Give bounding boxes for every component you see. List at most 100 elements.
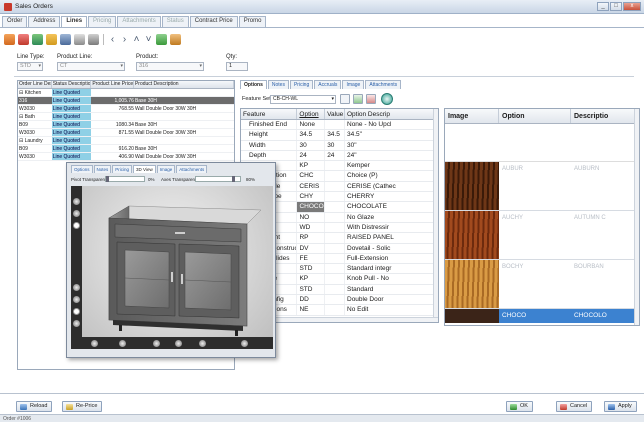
validate-icon[interactable] [156,33,167,45]
col-product-description[interactable]: Product Description [134,81,234,88]
tab-notes[interactable]: Notes [267,80,289,89]
cancel-button[interactable]: Cancel [556,401,593,412]
configure-icon[interactable] [74,33,85,45]
axes-slider-thumb[interactable] [232,176,235,182]
add-line-icon[interactable] [4,33,15,45]
col-value[interactable]: Value [325,109,345,119]
delete-line-icon[interactable] [18,33,29,45]
close-button[interactable]: x [623,2,641,11]
feature-option[interactable]: NO [297,212,326,222]
order-line-row[interactable]: W3030 Line Quoted 871.55 Wall Double Door 3… [18,129,234,137]
pivot-slider-thumb[interactable] [106,176,109,182]
order-line-row[interactable]: 316 Line Quoted 1,005.76 Base 30H [18,97,234,105]
order-line-row[interactable]: W3030 Line Quoted 406.90 Wall Double Door 3… [18,153,234,161]
reprice-button[interactable]: Re-Price [62,401,103,412]
3d-viewer-window[interactable]: Options Notes Pricing 3D View Image Atta… [66,162,276,358]
option-image-grid[interactable]: Image Option Descriptio AUBUR AUBURN AUCHY… [444,108,640,326]
view-iso-icon[interactable] [241,340,248,347]
feature-option[interactable]: DV [297,243,326,253]
feature-option[interactable]: STD [297,264,326,274]
tab-pricing[interactable]: Pricing [88,16,117,27]
view-right-icon[interactable] [175,340,182,347]
feature-option[interactable]: None [297,120,326,130]
image-option-row[interactable]: AUBUR AUBURN [445,162,639,211]
reload-button[interactable]: Reload [16,401,53,412]
col-option-description[interactable]: Option Descrip [345,109,438,119]
col-feature[interactable]: Feature [241,109,298,119]
feature-option[interactable]: WD [297,222,326,233]
feature-option[interactable]: 34.5 [297,130,326,140]
view-left-icon[interactable] [153,340,160,347]
feature-option[interactable]: STD [297,284,326,295]
viewer-tab-options[interactable]: Options [71,165,93,173]
col-image[interactable]: Image [445,109,499,123]
copy-line-icon[interactable] [32,33,43,45]
apply-button[interactable]: Apply [604,401,637,412]
feature-set-select[interactable]: CB-CH-WL ▾ [270,95,336,104]
tab-detail-attachments[interactable]: Attachments [365,80,402,89]
tab-promo[interactable]: Promo [238,16,267,27]
tab-attachments[interactable]: Attachments [117,16,161,27]
product-select[interactable]: 316 ▾ [136,62,204,71]
feature-option[interactable]: DD [297,295,326,305]
ok-button[interactable]: OK [506,401,533,412]
feature-option[interactable]: CHC [297,171,326,181]
col-option[interactable]: Option [297,109,326,119]
feature-option[interactable]: KP [297,161,326,171]
tab-detail-pricing[interactable]: Pricing [289,80,314,89]
viewer-tab-attachments[interactable]: Attachments [176,165,208,173]
pivot-transparency-slider[interactable] [105,176,145,182]
qty-input[interactable]: 1 [226,62,248,71]
window-titlebar[interactable]: Sales Orders _ □ x [0,0,644,14]
col-status-description[interactable]: Status Description [52,81,92,88]
feature-option[interactable]: RP [297,233,326,243]
order-group-row[interactable]: ⊟ Laundry Line Quoted [18,137,234,145]
view-front-icon[interactable] [91,340,98,347]
order-group-row[interactable]: ⊟ Kitchen Line Quoted [18,89,234,97]
tab-accruals[interactable]: Accruals [314,80,342,89]
minimize-button[interactable]: _ [597,2,609,11]
tab-options[interactable]: Options [240,80,267,89]
order-line-row[interactable]: B09 Line Quoted 1080.34 Base 30H [18,121,234,129]
order-group-row[interactable]: ⊟ Bath Line Quoted [18,113,234,121]
move-left-icon[interactable]: ‹ [108,34,117,45]
image-option-row[interactable]: BOCHY BOURBAN [445,260,639,309]
feature-option[interactable]: 30 [297,140,326,150]
viewer-tab-pricing[interactable]: Pricing [112,165,133,173]
view-back-icon[interactable] [119,340,126,347]
tab-image[interactable]: Image [342,80,365,89]
feature-row[interactable]: Height 34.5 34.5 34.5" [241,130,438,141]
viewer-tab-3d-view[interactable]: 3D View [133,165,156,173]
print-icon[interactable] [88,33,99,45]
line-type-select[interactable]: STD ▾ [17,62,43,71]
col-product-line-price[interactable]: Product Line Price [91,81,134,88]
viewer-tab-notes[interactable]: Notes [93,165,112,173]
move-up-icon[interactable]: ˄ [132,34,141,45]
image-grid-selected-row[interactable]: CHOCO CHOCOLO [445,309,639,323]
feature-grid-scrollbar[interactable] [433,109,438,322]
feature-option[interactable]: CERIS [297,181,326,192]
tab-address[interactable]: Address [28,16,61,27]
axes-transparency-slider[interactable] [195,176,241,182]
feature-option[interactable]: CHOCO [297,202,326,212]
3d-render-canvas[interactable] [71,186,273,349]
product-line-select[interactable]: CT ▾ [57,62,125,71]
feature-option[interactable]: NE [297,305,326,315]
feature-option[interactable]: 24 [297,150,326,161]
move-down-icon[interactable]: ˅ [144,34,153,45]
clear-options-icon[interactable] [366,94,376,104]
feature-row[interactable]: Depth 24 24 24" [241,150,438,162]
export-icon[interactable] [170,33,181,45]
tab-order[interactable]: Order [2,16,28,27]
col-image-option[interactable]: Option [499,109,571,123]
image-grid-scrollbar[interactable] [634,109,639,325]
tab-contract-price[interactable]: Contract Price [189,16,238,27]
tab-lines[interactable]: Lines [61,16,88,27]
feature-option[interactable]: FE [297,253,326,264]
feature-option[interactable]: KP [297,274,326,284]
feature-row[interactable]: Width 30 30 30" [241,140,438,151]
document-icon[interactable] [340,94,350,104]
viewer-tab-image[interactable]: Image [156,165,176,173]
feature-row[interactable]: Finished End None None - No Upcl [241,120,438,131]
order-line-row[interactable]: B09 Line Quoted 916.20 Base 30H [18,145,234,153]
